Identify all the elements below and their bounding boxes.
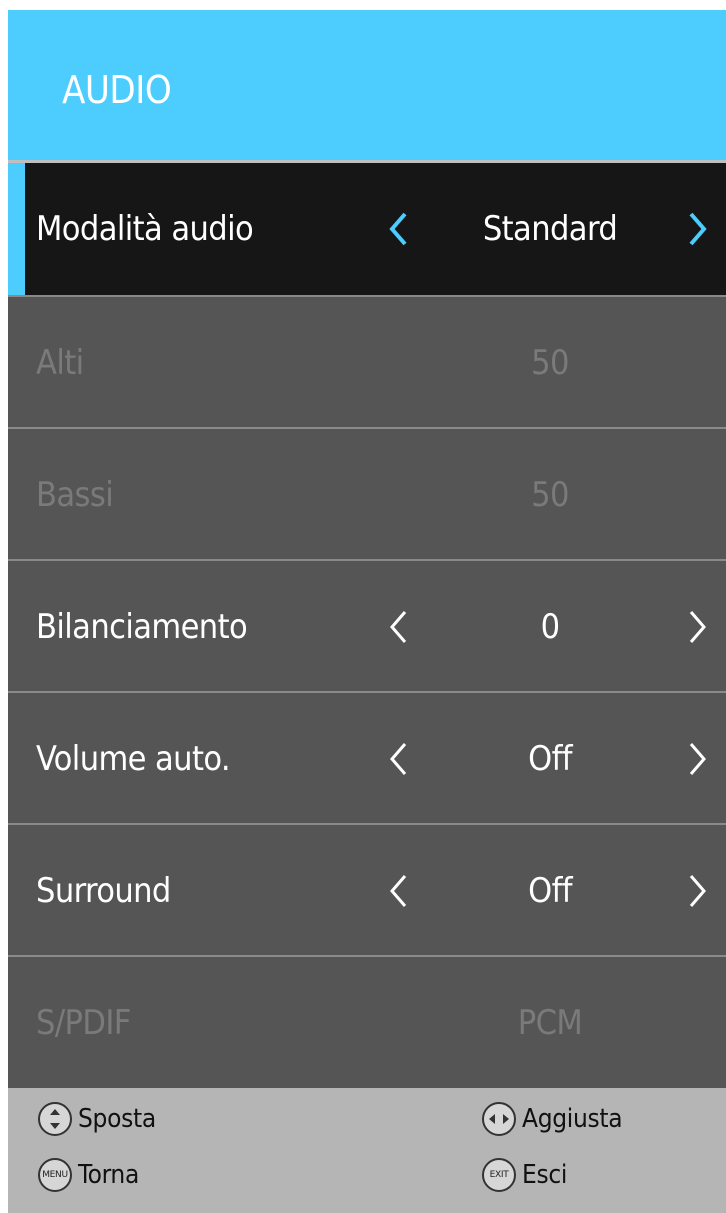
row-volume-auto[interactable]: Volume auto. Off bbox=[8, 693, 726, 825]
row-label: Surround bbox=[36, 871, 171, 911]
chevron-right-icon[interactable] bbox=[688, 211, 708, 247]
hint-move: Sposta bbox=[38, 1102, 156, 1136]
hint-back-label: Torna bbox=[78, 1160, 139, 1190]
row-surround[interactable]: Surround Off bbox=[8, 825, 726, 957]
row-label: Bassi bbox=[36, 475, 114, 515]
chevron-left-icon[interactable] bbox=[388, 741, 408, 777]
row-spdif[interactable]: S/PDIF PCM bbox=[8, 957, 726, 1089]
key-hints-bar: Sposta Aggiusta MENU Torna EXIT Esci bbox=[8, 1088, 726, 1213]
menu-title: AUDIO bbox=[62, 68, 172, 112]
row-label: Modalità audio bbox=[36, 209, 254, 249]
row-alti[interactable]: Alti 50 bbox=[8, 297, 726, 429]
row-bassi[interactable]: Bassi 50 bbox=[8, 429, 726, 561]
chevron-right-icon[interactable] bbox=[688, 741, 708, 777]
row-value: Off bbox=[528, 739, 572, 779]
hint-adjust: Aggiusta bbox=[482, 1102, 623, 1136]
hint-exit-label: Esci bbox=[522, 1160, 568, 1190]
row-value: 50 bbox=[531, 475, 569, 515]
row-label: Volume auto. bbox=[36, 739, 231, 779]
chevron-left-icon[interactable] bbox=[388, 873, 408, 909]
up-down-icon bbox=[38, 1102, 72, 1136]
row-value: Off bbox=[528, 871, 572, 911]
chevron-right-icon[interactable] bbox=[688, 873, 708, 909]
row-value: 0 bbox=[540, 607, 560, 647]
audio-menu-panel: AUDIO Modalità audio Standard Alti 50 Ba… bbox=[8, 10, 726, 1213]
chevron-left-icon[interactable] bbox=[388, 609, 408, 645]
selection-indicator bbox=[8, 163, 25, 295]
row-modalita-audio[interactable]: Modalità audio Standard bbox=[8, 163, 726, 295]
row-value: 50 bbox=[531, 343, 569, 383]
menu-button-icon: MENU bbox=[38, 1158, 72, 1192]
row-label: S/PDIF bbox=[36, 1003, 131, 1043]
exit-button-icon: EXIT bbox=[482, 1158, 516, 1192]
hint-exit: EXIT Esci bbox=[482, 1158, 567, 1192]
left-right-icon bbox=[482, 1102, 516, 1136]
row-label: Alti bbox=[36, 343, 84, 383]
hint-back: MENU Torna bbox=[38, 1158, 139, 1192]
row-value: Standard bbox=[482, 209, 618, 249]
hint-adjust-label: Aggiusta bbox=[522, 1104, 623, 1134]
row-label: Bilanciamento bbox=[36, 607, 248, 647]
row-bilanciamento[interactable]: Bilanciamento 0 bbox=[8, 561, 726, 693]
chevron-right-icon[interactable] bbox=[688, 609, 708, 645]
row-value: PCM bbox=[517, 1003, 583, 1043]
menu-header: AUDIO bbox=[8, 10, 726, 160]
chevron-left-icon[interactable] bbox=[388, 211, 408, 247]
hint-move-label: Sposta bbox=[78, 1104, 156, 1134]
